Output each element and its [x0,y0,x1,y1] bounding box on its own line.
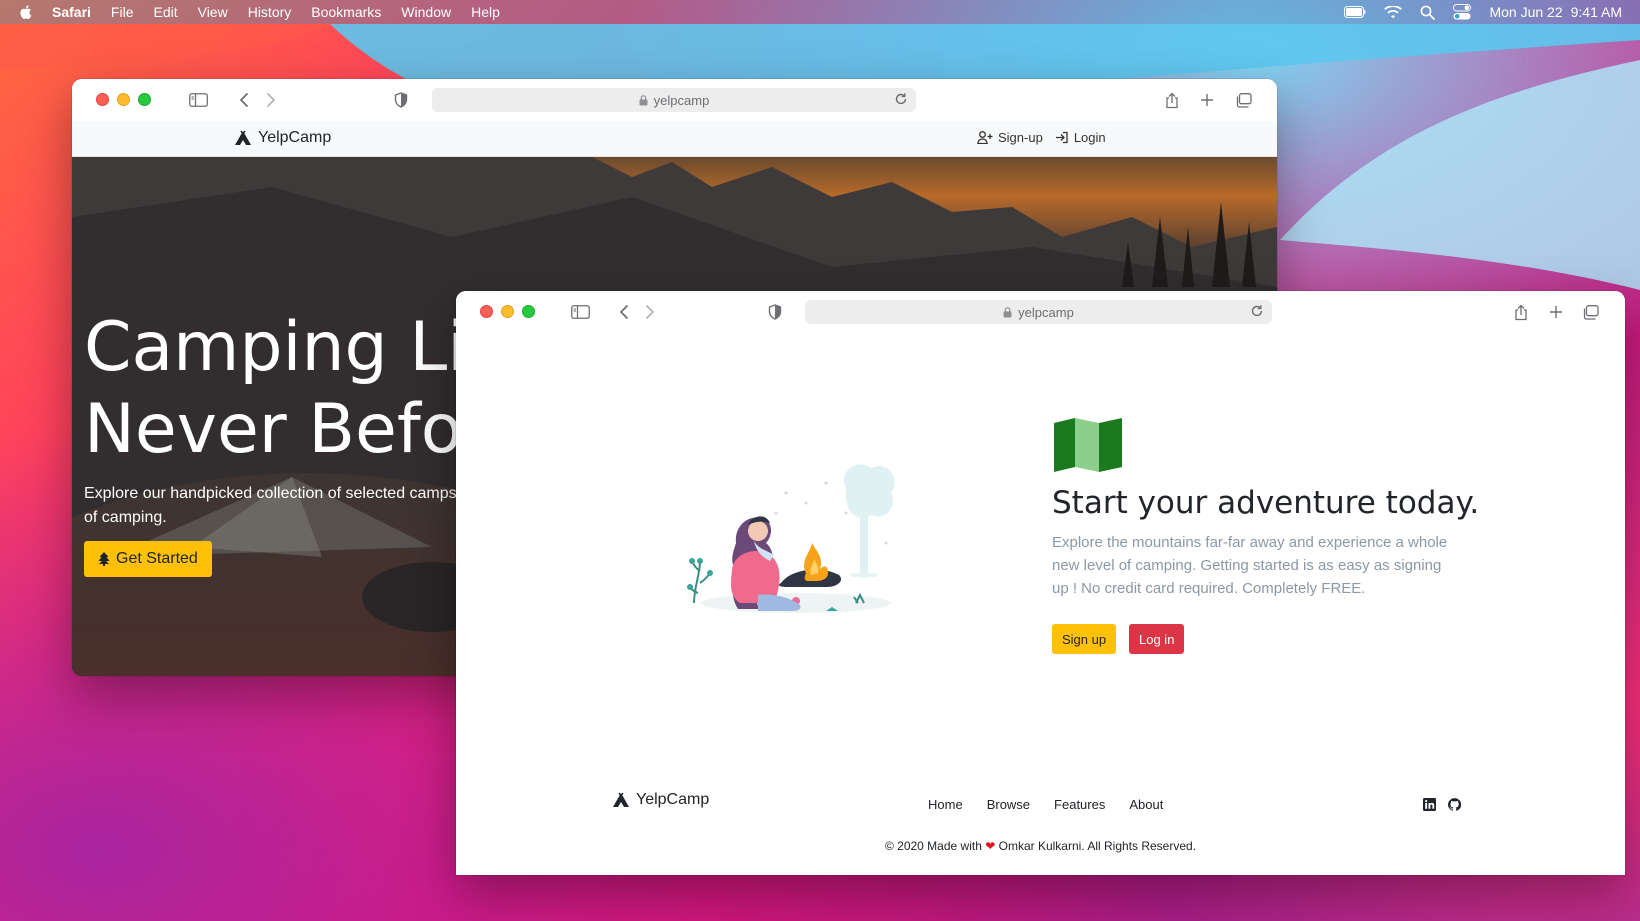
hero-title-line2: Never Befor [84,390,491,469]
url-text: yelpcamp [653,92,710,108]
login-button[interactable]: Log in [1129,624,1185,654]
control-center-icon[interactable] [1453,4,1472,20]
share-icon[interactable] [1511,302,1531,322]
window-controls [480,305,535,318]
campfire-illustration [687,464,895,613]
lock-icon [1003,306,1012,317]
linkedin-icon[interactable] [1423,798,1436,811]
reload-icon[interactable] [894,92,908,106]
cta-description: Explore the mountains far-far away and e… [1052,534,1448,597]
sidebar-toggle-icon[interactable] [188,90,208,110]
footer-brand[interactable]: YelpCamp [612,791,709,809]
address-bar[interactable]: yelpcamp [805,300,1272,324]
privacy-shield-icon[interactable] [391,90,411,110]
tab-overview-icon[interactable] [1233,90,1253,110]
tab-overview-icon[interactable] [1580,302,1600,322]
menubar-date[interactable]: Mon Jun 22 [1489,4,1562,20]
copyright-prefix: © 2020 Made with [884,839,982,853]
zoom-button[interactable] [138,93,151,106]
footer-link-home[interactable]: Home [928,797,963,812]
tent-logo-icon [235,130,251,145]
browser-window-front: yelpcamp Start your adventure today. Exp… [456,291,1625,875]
menubar-time[interactable]: 9:41 AM [1571,4,1622,20]
signup-button[interactable]: Sign up [1052,624,1117,654]
user-plus-icon [977,131,993,144]
hero-title: Camping Lik Never Befor [84,307,505,471]
footer-link-features[interactable]: Features [1054,797,1105,812]
apple-icon[interactable] [18,4,34,20]
close-button[interactable] [480,305,493,318]
share-icon[interactable] [1162,90,1182,110]
tree-icon [98,552,110,566]
page-content: Start your adventure today. Explore the … [456,333,1625,875]
site-navbar: YelpCamp Sign-up Login [72,121,1277,157]
zoom-button[interactable] [522,305,535,318]
login-icon [1055,131,1068,144]
address-bar[interactable]: yelpcamp [432,88,916,112]
menu-help[interactable]: Help [471,4,500,20]
menu-view[interactable]: View [198,4,228,20]
signup-link[interactable]: Sign-up [977,130,1043,145]
wifi-icon[interactable] [1384,5,1403,19]
hero-subtitle: Explore our handpicked collection of sel… [84,485,494,526]
new-tab-icon[interactable] [1197,90,1217,110]
login-link-label: Login [1073,130,1106,145]
heart-icon: ❤ [985,839,996,853]
window-controls [96,93,151,106]
back-icon[interactable] [614,302,634,322]
close-button[interactable] [96,93,109,106]
menu-edit[interactable]: Edit [153,4,177,20]
menu-bar: Safari File Edit View History Bookmarks … [0,0,1640,24]
forward-icon[interactable] [261,90,281,110]
new-tab-icon[interactable] [1546,302,1566,322]
footer-link-browse[interactable]: Browse [987,797,1030,812]
get-started-button[interactable]: Get Started [84,541,212,577]
footer-link-about[interactable]: About [1129,797,1163,812]
signup-link-label: Sign-up [998,130,1043,145]
menu-history[interactable]: History [248,4,292,20]
reload-icon[interactable] [1250,304,1264,318]
tent-logo-icon [613,792,629,807]
hero-title-line1: Camping Lik [84,308,506,387]
search-icon[interactable] [1420,5,1436,20]
cta-title: Start your adventure today. [1052,485,1480,521]
minimize-button[interactable] [117,93,130,106]
github-icon[interactable] [1448,798,1461,811]
lock-icon [639,94,648,105]
forward-icon[interactable] [640,302,660,322]
footer-copyright: © 2020 Made with ❤ Omkar Kulkarni. All R… [456,839,1625,853]
site-brand[interactable]: YelpCamp [234,129,331,147]
brand-name: YelpCamp [258,129,332,146]
browser-toolbar: yelpcamp [72,79,1277,121]
menu-window[interactable]: Window [401,4,451,20]
browser-toolbar: yelpcamp [456,291,1625,333]
copyright-suffix: Omkar Kulkarni. All Rights Reserved. [998,839,1197,853]
back-icon[interactable] [234,90,254,110]
sidebar-toggle-icon[interactable] [570,302,590,322]
map-icon [1054,418,1122,472]
get-started-label: Get Started [116,550,198,567]
menu-bookmarks[interactable]: Bookmarks [311,4,381,20]
menu-app-name[interactable]: Safari [52,4,91,20]
footer-nav: Home Browse Features About [928,797,1163,812]
login-link[interactable]: Login [1055,130,1106,145]
url-text: yelpcamp [1018,304,1074,320]
footer-social [1423,798,1461,811]
privacy-shield-icon[interactable] [765,302,785,322]
minimize-button[interactable] [501,305,514,318]
battery-icon[interactable] [1344,6,1366,18]
menu-file[interactable]: File [111,4,134,20]
footer-brand-name: YelpCamp [636,791,710,808]
